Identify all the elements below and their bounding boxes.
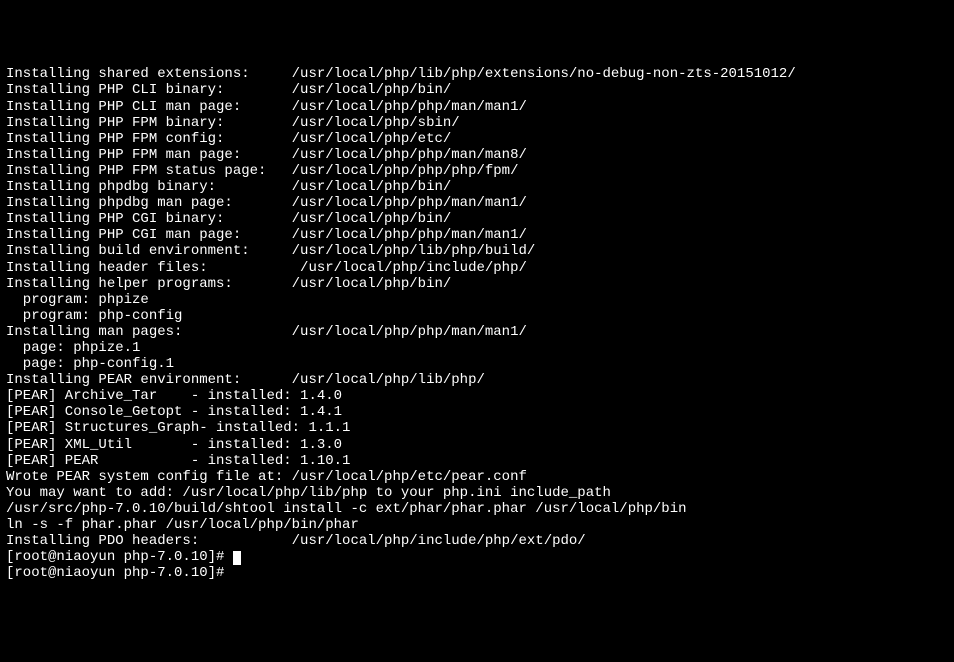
output-line: You may want to add: /usr/local/php/lib/… <box>6 485 948 501</box>
terminal-output: Installing shared extensions: /usr/local… <box>6 66 948 549</box>
output-line: ln -s -f phar.phar /usr/local/php/bin/ph… <box>6 517 948 533</box>
output-line: Installing header files: /usr/local/php/… <box>6 260 948 276</box>
shell-prompt: [root@niaoyun php-7.0.10]# <box>6 549 224 565</box>
partial-prompt: [root@niaoyun php-7.0.10]# <box>6 565 224 581</box>
output-line: [PEAR] Structures_Graph- installed: 1.1.… <box>6 420 948 436</box>
output-line: Installing phpdbg man page: /usr/local/p… <box>6 195 948 211</box>
terminal-partial-line: [root@niaoyun php-7.0.10]# <box>6 565 948 581</box>
output-line: Installing build environment: /usr/local… <box>6 243 948 259</box>
output-line: Installing phpdbg binary: /usr/local/php… <box>6 179 948 195</box>
output-line: [PEAR] Console_Getopt - installed: 1.4.1 <box>6 404 948 420</box>
output-line: Installing PHP FPM config: /usr/local/ph… <box>6 131 948 147</box>
output-line: Wrote PEAR system config file at: /usr/l… <box>6 469 948 485</box>
cursor-icon <box>233 551 241 565</box>
output-line: Installing PHP CLI man page: /usr/local/… <box>6 99 948 115</box>
output-line: Installing PDO headers: /usr/local/php/i… <box>6 533 948 549</box>
output-line: Installing PHP FPM binary: /usr/local/ph… <box>6 115 948 131</box>
output-line: [PEAR] PEAR - installed: 1.10.1 <box>6 453 948 469</box>
output-line: [PEAR] Archive_Tar - installed: 1.4.0 <box>6 388 948 404</box>
output-line: Installing PHP CGI man page: /usr/local/… <box>6 227 948 243</box>
output-line: Installing man pages: /usr/local/php/php… <box>6 324 948 340</box>
output-line: Installing PHP CGI binary: /usr/local/ph… <box>6 211 948 227</box>
output-line: program: phpize <box>6 292 948 308</box>
output-line: Installing shared extensions: /usr/local… <box>6 66 948 82</box>
output-line: /usr/src/php-7.0.10/build/shtool install… <box>6 501 948 517</box>
output-line: Installing PHP CLI binary: /usr/local/ph… <box>6 82 948 98</box>
output-line: program: php-config <box>6 308 948 324</box>
output-line: Installing PHP FPM status page: /usr/loc… <box>6 163 948 179</box>
output-line: page: php-config.1 <box>6 356 948 372</box>
output-line: page: phpize.1 <box>6 340 948 356</box>
output-line: Installing PEAR environment: /usr/local/… <box>6 372 948 388</box>
output-line: [PEAR] XML_Util - installed: 1.3.0 <box>6 437 948 453</box>
output-line: Installing helper programs: /usr/local/p… <box>6 276 948 292</box>
terminal-prompt-line[interactable]: [root@niaoyun php-7.0.10]# <box>6 549 948 565</box>
output-line: Installing PHP FPM man page: /usr/local/… <box>6 147 948 163</box>
